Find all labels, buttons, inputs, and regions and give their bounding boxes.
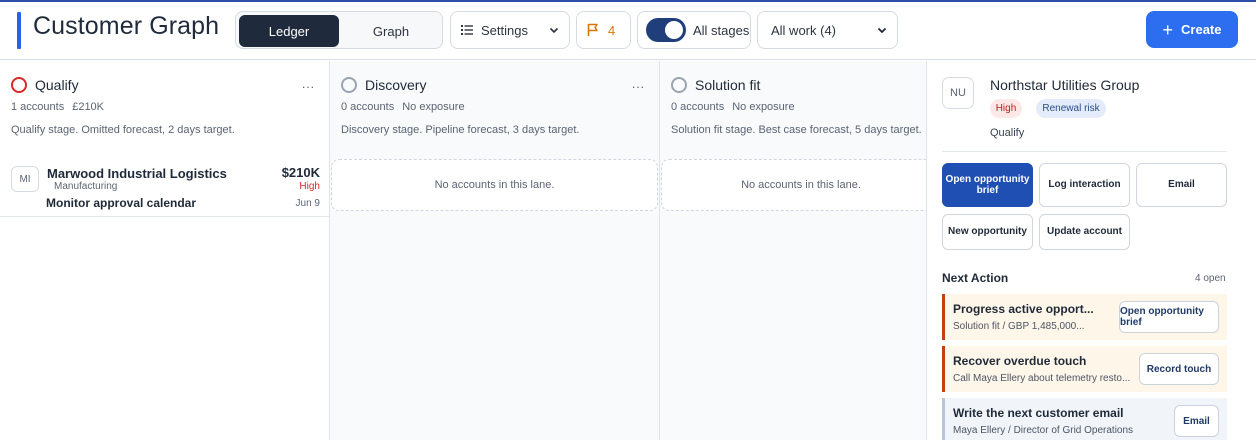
app-window: Customer Graph Ledger Graph Settings 4 A… bbox=[0, 0, 1256, 440]
lane-exposure: £210K bbox=[72, 101, 105, 113]
priority-badge: High bbox=[990, 99, 1022, 118]
create-label: Create bbox=[1181, 22, 1222, 37]
task-date: Jun 9 bbox=[295, 198, 320, 209]
lane-header: Qualify bbox=[11, 77, 79, 93]
priority-label: High bbox=[299, 181, 320, 192]
avatar: NU bbox=[942, 77, 974, 109]
email-button[interactable]: Email bbox=[1174, 405, 1219, 437]
create-button[interactable]: + Create bbox=[1146, 11, 1238, 48]
lane-account-count: 0 accounts bbox=[341, 101, 395, 113]
lane-more-button[interactable]: ... bbox=[632, 77, 645, 91]
open-opportunity-brief-button[interactable]: Open opportunity brief bbox=[1119, 301, 1219, 333]
view-switcher: Ledger Graph bbox=[235, 11, 443, 49]
lane-title: Solution fit bbox=[695, 77, 761, 93]
empty-lane-placeholder: No accounts in this lane. bbox=[331, 159, 658, 211]
chevron-down-icon bbox=[549, 23, 559, 40]
lane-header: Solution fit bbox=[671, 77, 760, 93]
lane-description: Qualify stage. Omitted forecast, 2 days … bbox=[11, 124, 235, 136]
next-action-item: Progress active opport... Solution fit /… bbox=[942, 294, 1227, 340]
lane-exposure: No exposure bbox=[732, 101, 795, 113]
tab-graph[interactable]: Graph bbox=[341, 15, 441, 47]
empty-lane-placeholder: No accounts in this lane. bbox=[661, 159, 926, 211]
stage-status-icon bbox=[341, 77, 357, 93]
next-action-detail: Solution fit / GBP 1,485,000... bbox=[953, 321, 1085, 332]
stage-board: Qualify ... 1 accounts £210K Qualify stag… bbox=[0, 61, 926, 440]
work-filter-dropdown[interactable]: All work (4) bbox=[757, 11, 898, 49]
account-stage: Qualify bbox=[990, 127, 1025, 139]
lane-header: Discovery bbox=[341, 77, 426, 93]
next-action-detail: Call Maya Ellery about telemetry resto..… bbox=[953, 373, 1131, 384]
stages-label: All stages bbox=[693, 22, 750, 38]
stage-status-icon bbox=[11, 77, 27, 93]
plus-icon: + bbox=[1162, 19, 1174, 40]
lane-more-button[interactable]: ... bbox=[302, 77, 315, 91]
log-interaction-button[interactable]: Log interaction bbox=[1039, 163, 1130, 207]
account-amount: $210K bbox=[281, 165, 320, 180]
next-action-detail: Maya Ellery / Director of Grid Operation… bbox=[953, 425, 1134, 436]
lane-title: Discovery bbox=[365, 77, 427, 93]
all-stages-toggle[interactable]: All stages bbox=[637, 11, 751, 49]
next-action-title: Recover overdue touch bbox=[953, 354, 1087, 368]
lane-solution-fit: Solution fit 0 accounts No exposure Solut… bbox=[660, 61, 926, 440]
lane-meta: 0 accounts No exposure bbox=[341, 101, 465, 113]
divider bbox=[942, 151, 1227, 152]
list-icon bbox=[461, 25, 473, 35]
account-name: Northstar Utilities Group bbox=[990, 77, 1140, 93]
account-task: Monitor approval calendar bbox=[46, 196, 197, 210]
flag-icon bbox=[587, 23, 599, 37]
account-detail-panel: NU Northstar Utilities Group High Renewa… bbox=[926, 61, 1256, 440]
lane-account-count: 1 accounts bbox=[11, 101, 65, 113]
avatar: MI bbox=[11, 166, 39, 192]
toggle-knob bbox=[665, 21, 683, 39]
next-action-heading: Next Action bbox=[942, 271, 1009, 285]
next-action-title: Write the next customer email bbox=[953, 406, 1124, 420]
lane-meta: 1 accounts £210K bbox=[11, 101, 104, 113]
title-accent-bar bbox=[17, 12, 21, 49]
lane-account-count: 0 accounts bbox=[671, 101, 725, 113]
lane-meta: 0 accounts No exposure bbox=[671, 101, 795, 113]
lane-qualify: Qualify ... 1 accounts £210K Qualify stag… bbox=[0, 61, 330, 440]
stage-status-icon bbox=[671, 77, 687, 93]
next-action-title: Progress active opport... bbox=[953, 302, 1094, 316]
risk-badge: Renewal risk bbox=[1036, 99, 1106, 118]
lane-description: Discovery stage. Pipeline forecast, 3 da… bbox=[341, 124, 580, 136]
flags-button[interactable]: 4 bbox=[576, 11, 631, 49]
lane-discovery: Discovery ... 0 accounts No exposure Disc… bbox=[330, 61, 660, 440]
email-button[interactable]: Email bbox=[1136, 163, 1227, 207]
next-action-item: Recover overdue touch Call Maya Ellery a… bbox=[942, 346, 1227, 392]
lane-exposure: No exposure bbox=[402, 101, 465, 113]
next-action-count: 4 open bbox=[1195, 273, 1226, 284]
account-name: Marwood Industrial Logistics bbox=[47, 166, 227, 181]
page-title: Customer Graph bbox=[33, 12, 220, 40]
settings-dropdown[interactable]: Settings bbox=[450, 11, 570, 49]
flag-count: 4 bbox=[608, 22, 616, 38]
account-industry: Manufacturing bbox=[54, 181, 118, 192]
top-header: Customer Graph Ledger Graph Settings 4 A… bbox=[0, 2, 1256, 60]
account-card[interactable]: MI Marwood Industrial Logistics Manufact… bbox=[0, 159, 329, 217]
open-opportunity-brief-button[interactable]: Open opportunity brief bbox=[942, 163, 1033, 207]
update-account-button[interactable]: Update account bbox=[1039, 214, 1130, 250]
record-touch-button[interactable]: Record touch bbox=[1139, 353, 1219, 385]
work-filter-label: All work (4) bbox=[771, 22, 837, 38]
next-action-item: Write the next customer email Maya Eller… bbox=[942, 398, 1227, 440]
new-opportunity-button[interactable]: New opportunity bbox=[942, 214, 1033, 250]
chevron-down-icon bbox=[877, 23, 887, 40]
lane-description: Solution fit stage. Best case forecast, … bbox=[671, 124, 922, 136]
settings-label: Settings bbox=[481, 22, 528, 38]
toggle-switch[interactable] bbox=[646, 18, 686, 42]
tab-ledger[interactable]: Ledger bbox=[239, 15, 339, 47]
lane-title: Qualify bbox=[35, 77, 79, 93]
